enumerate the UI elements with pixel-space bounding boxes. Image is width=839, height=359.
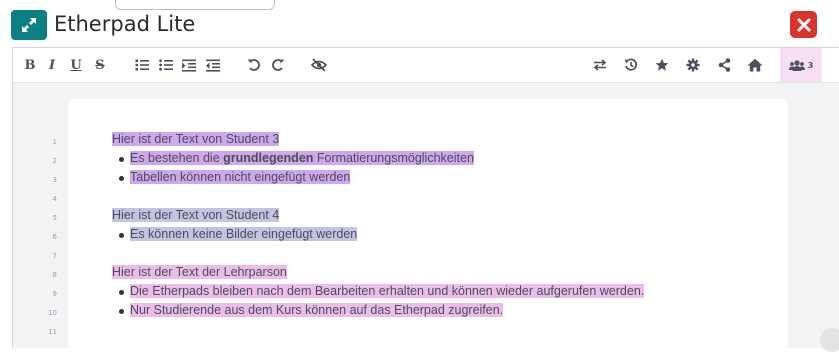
home-icon: [747, 58, 763, 72]
expand-arrows-icon: [22, 18, 36, 32]
saved-revision-button[interactable]: [651, 53, 673, 77]
undo-button[interactable]: [243, 53, 265, 77]
ordered-list-icon: [135, 59, 149, 71]
line-number: 10: [48, 309, 57, 317]
pad-line[interactable]: Hier ist der Text von Student 3: [112, 130, 280, 149]
gear-icon: [686, 58, 700, 72]
pad-line-text: Die Etherpads bleiben nach dem Bearbeite…: [130, 284, 645, 298]
bullet-icon: [119, 290, 124, 295]
underline-button[interactable]: U: [65, 53, 87, 77]
bullet-icon: [119, 157, 124, 162]
import-export-button[interactable]: [589, 53, 611, 77]
pad-line[interactable]: Es bestehen die grundlegenden Formatieru…: [130, 149, 474, 168]
text-run: Formatierungsmöglichkeiten: [313, 151, 474, 165]
expand-button[interactable]: [11, 10, 47, 40]
etherpad-frame: B I U S 3 1 Hier ist der Text von Studen…: [12, 47, 839, 359]
toolbar: B I U S 3: [13, 48, 839, 83]
share-button[interactable]: [713, 53, 735, 77]
strikethrough-icon: S: [95, 57, 105, 73]
italic-icon: I: [48, 57, 56, 73]
app-title: Etherpad Lite: [54, 12, 196, 36]
pad-line-text: Es können keine Bilder eingefügt werden: [130, 227, 358, 241]
line-number: 5: [52, 214, 57, 222]
history-icon: [624, 58, 638, 71]
bullet-icon: [119, 233, 124, 238]
pad-line-text: Hier ist der Text von Student 4: [112, 208, 280, 222]
close-icon: [797, 18, 810, 31]
pad-line[interactable]: Hier ist der Text der Lehrparson: [112, 263, 287, 282]
line-number: 8: [52, 271, 57, 279]
user-count: 3: [807, 60, 814, 70]
help-button[interactable]: [820, 328, 839, 352]
italic-button[interactable]: I: [41, 53, 63, 77]
redo-button[interactable]: [267, 53, 289, 77]
pad-line-text: Hier ist der Text der Lehrparson: [112, 265, 287, 279]
line-number: 11: [48, 328, 57, 336]
undo-icon: [247, 59, 260, 71]
indent-button[interactable]: [178, 53, 200, 77]
eye-slash-icon: [311, 58, 327, 72]
share-icon: [718, 58, 730, 72]
star-icon: [655, 58, 669, 71]
bold-button[interactable]: B: [19, 53, 41, 77]
bullet-icon: [119, 176, 124, 181]
pad-line[interactable]: Nur Studierende aus dem Kurs können auf …: [130, 301, 504, 320]
underline-icon: U: [70, 57, 82, 73]
home-button[interactable]: [744, 53, 766, 77]
import-export-icon: [593, 59, 607, 71]
pad-line[interactable]: Hier ist der Text von Student 4: [112, 206, 280, 225]
settings-button[interactable]: [682, 53, 704, 77]
line-number: 1: [52, 138, 57, 146]
outdent-icon: [206, 59, 220, 72]
unordered-list-button[interactable]: [155, 53, 177, 77]
pad-line-text: Es bestehen die grundlegenden Formatieru…: [130, 151, 474, 165]
line-number: 9: [52, 290, 57, 298]
timeslider-button[interactable]: [620, 53, 642, 77]
bold-icon: B: [24, 57, 36, 73]
indent-icon: [182, 59, 196, 72]
pad-line[interactable]: Die Etherpads bleiben nach dem Bearbeite…: [130, 282, 645, 301]
bullet-icon: [119, 309, 124, 314]
line-number: 7: [52, 252, 57, 260]
line-number: 2: [52, 157, 57, 165]
bold-text-run: grundlegenden: [223, 151, 314, 165]
clear-authorship-button[interactable]: [308, 53, 330, 77]
redo-icon: [272, 59, 285, 71]
line-number: 4: [52, 195, 57, 203]
pad-line[interactable]: Es können keine Bilder eingefügt werden: [130, 225, 358, 244]
users-icon: [788, 59, 805, 71]
outdent-button[interactable]: [202, 53, 224, 77]
pad-line-text: Tabellen können nicht eingefügt werden: [130, 170, 351, 184]
pad-line[interactable]: Tabellen können nicht eingefügt werden: [130, 168, 351, 187]
line-number: 3: [52, 176, 57, 184]
unordered-list-icon: [159, 59, 173, 71]
text-run: Es bestehen die: [130, 151, 224, 165]
top-search-fragment: [115, 0, 275, 10]
ordered-list-button[interactable]: [131, 53, 153, 77]
line-number: 6: [52, 233, 57, 241]
pad-line-text: Hier ist der Text von Student 3: [112, 132, 280, 146]
close-button[interactable]: [790, 11, 817, 38]
pad-line-text: Nur Studierende aus dem Kurs können auf …: [130, 303, 504, 317]
users-button[interactable]: 3: [780, 48, 822, 82]
strikethrough-button[interactable]: S: [89, 53, 111, 77]
